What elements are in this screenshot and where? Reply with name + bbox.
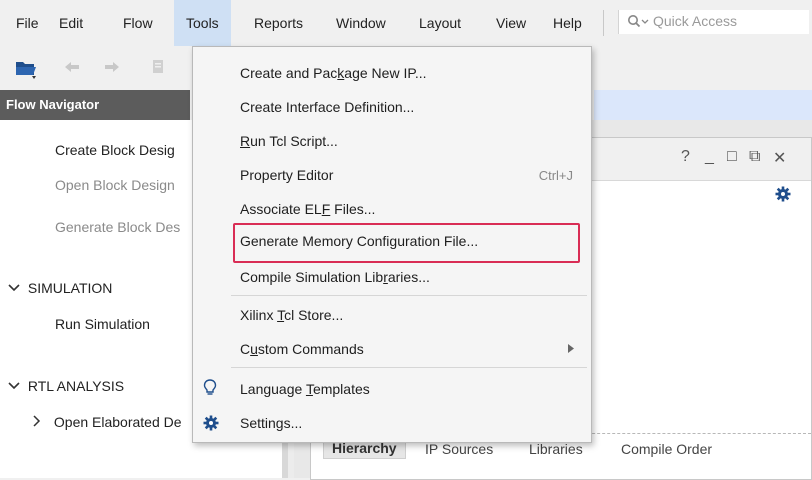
fn-section-rtl-analysis-label: RTL ANALYSIS: [27, 378, 125, 394]
float-icon[interactable]: ⧉: [749, 148, 760, 166]
menu-file[interactable]: File: [16, 0, 39, 46]
chevron-down-icon: [8, 378, 24, 394]
menu-item-run-tcl-script[interactable]: Run Tcl Script...: [240, 133, 338, 149]
menu-item-create-package-ip[interactable]: Create and Package New IP...: [240, 65, 427, 81]
menu-separator: [231, 295, 587, 296]
fn-create-block-design[interactable]: Create Block Desig: [55, 142, 175, 158]
tab-ip-sources[interactable]: IP Sources: [425, 441, 493, 457]
flow-navigator-header: Flow Navigator: [0, 90, 190, 120]
search-icon: [627, 14, 649, 33]
fn-open-elaborated-design[interactable]: Open Elaborated De: [32, 414, 182, 430]
open-folder-icon[interactable]: [14, 58, 38, 83]
copy-icon[interactable]: [150, 58, 166, 79]
fn-section-simulation-label: SIMULATION: [27, 280, 113, 296]
menu-separator: [231, 367, 587, 368]
minimize-icon[interactable]: _: [705, 148, 714, 166]
fn-section-rtl-analysis[interactable]: RTL ANALYSIS: [8, 378, 124, 394]
menu-item-xilinx-tcl-store[interactable]: Xilinx Tcl Store...: [240, 307, 343, 323]
menu-help[interactable]: Help: [553, 0, 582, 46]
menu-item-compile-simulation-libraries[interactable]: Compile Simulation Libraries...: [240, 269, 430, 285]
tab-compile-order[interactable]: Compile Order: [621, 441, 712, 457]
menu-item-language-templates[interactable]: Language Templates: [240, 381, 370, 397]
redo-icon[interactable]: [102, 58, 122, 79]
gear-icon[interactable]: [775, 186, 791, 205]
flow-navigator-title: Flow Navigator: [6, 97, 100, 112]
fn-section-simulation[interactable]: SIMULATION: [8, 280, 112, 296]
project-manager-header: [594, 90, 812, 120]
menu-flow[interactable]: Flow: [123, 0, 153, 46]
tools-menu: Create and Package New IP... Create Inte…: [192, 46, 592, 443]
shortcut-label: Ctrl+J: [538, 168, 573, 183]
menu-separator: [603, 10, 604, 36]
menu-bar: File Edit Flow Tools Reports Window Layo…: [0, 0, 812, 46]
menu-item-create-interface-definition[interactable]: Create Interface Definition...: [240, 99, 414, 115]
menu-item-label: Property Editor: [240, 167, 334, 183]
fn-open-block-design[interactable]: Open Block Design: [55, 177, 175, 193]
menu-tools[interactable]: Tools: [174, 0, 231, 46]
quick-access-placeholder: Quick Access: [653, 13, 738, 29]
menu-window[interactable]: Window: [336, 0, 386, 46]
menu-item-associate-elf[interactable]: Associate ELF Files...: [240, 201, 375, 217]
menu-edit[interactable]: Edit: [59, 0, 83, 46]
menu-view[interactable]: View: [496, 0, 526, 46]
gear-icon: [203, 415, 219, 434]
undo-icon[interactable]: [62, 58, 82, 79]
fn-generate-block-design[interactable]: Generate Block Des: [55, 219, 180, 235]
maximize-icon[interactable]: □: [727, 148, 737, 166]
close-icon[interactable]: ✕: [773, 148, 786, 168]
help-icon[interactable]: ?: [681, 148, 690, 166]
menu-layout[interactable]: Layout: [419, 0, 461, 46]
lightbulb-icon: [203, 379, 217, 400]
quick-access-search[interactable]: Quick Access: [618, 10, 809, 34]
menu-item-settings[interactable]: Settings...: [240, 415, 302, 431]
submenu-arrow-icon: [568, 344, 574, 356]
menu-item-custom-commands[interactable]: Custom Commands: [240, 341, 574, 357]
tab-libraries[interactable]: Libraries: [529, 441, 583, 457]
menu-item-property-editor[interactable]: Property Editor Ctrl+J: [240, 167, 573, 183]
menu-reports[interactable]: Reports: [254, 0, 303, 46]
fn-run-simulation[interactable]: Run Simulation: [55, 316, 150, 332]
fn-open-elaborated-design-label: Open Elaborated De: [53, 414, 182, 430]
menu-item-generate-memory-configuration[interactable]: Generate Memory Configuration File...: [240, 233, 478, 249]
chevron-right-icon: [32, 414, 46, 430]
chevron-down-icon: [8, 280, 24, 296]
